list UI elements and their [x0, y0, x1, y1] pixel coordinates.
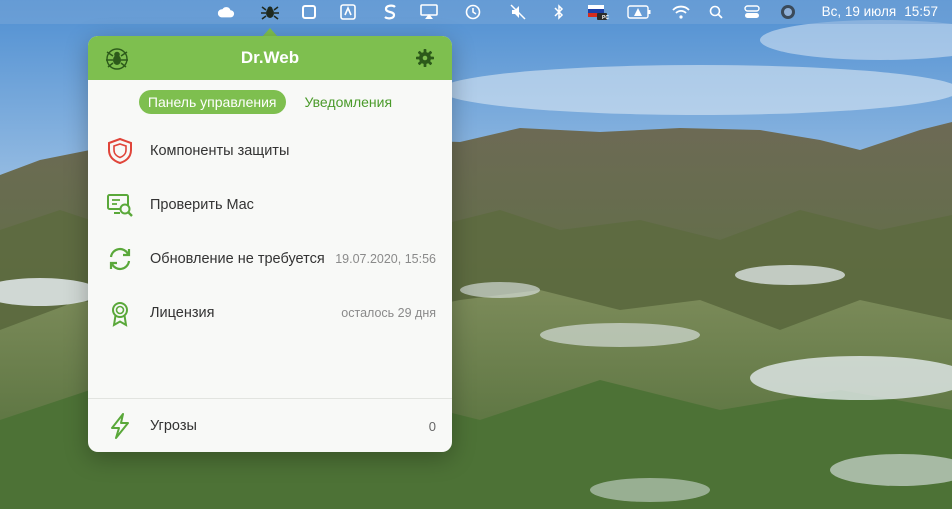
row-update-status[interactable]: Обновление не требуется 19.07.2020, 15:5…	[88, 233, 452, 285]
menu-bar: PC Вс, 19 июля 15:57	[0, 0, 952, 24]
mute-icon[interactable]	[509, 4, 527, 20]
license-remaining: осталось 29 дня	[341, 306, 436, 320]
drweb-logo-icon[interactable]	[104, 46, 130, 70]
control-center-icon[interactable]	[743, 4, 761, 20]
tab-control-panel[interactable]: Панель управления	[138, 90, 286, 114]
menu-bar-clock[interactable]: Вс, 19 июля 15:57	[822, 4, 938, 19]
row-label: Угрозы	[150, 418, 197, 434]
row-label: Обновление не требуется	[150, 251, 325, 267]
license-icon	[106, 299, 134, 327]
threats-count: 0	[428, 418, 436, 434]
time-machine-icon[interactable]	[464, 4, 482, 20]
airplay-icon[interactable]	[420, 4, 438, 20]
wifi-icon[interactable]	[672, 4, 690, 20]
search-icon[interactable]	[707, 4, 725, 20]
divider	[88, 398, 452, 399]
battery-warning-icon[interactable]	[627, 4, 651, 20]
popover-title: Dr.Web	[240, 48, 300, 67]
gear-icon[interactable]	[416, 49, 434, 67]
lightning-icon	[106, 412, 134, 440]
row-label: Компоненты защиты	[150, 143, 290, 159]
drweb-spider-icon[interactable]	[261, 4, 279, 20]
flag-ru-icon[interactable]: PC	[586, 4, 609, 21]
row-protection-components[interactable]: Компоненты защиты	[88, 125, 452, 177]
scan-mac-icon	[106, 191, 134, 219]
app-icon[interactable]	[339, 4, 357, 20]
cloud-icon[interactable]	[217, 4, 235, 20]
flag-badge: PC	[602, 15, 609, 21]
menu-bar-time: 15:57	[904, 4, 938, 19]
row-label: Лицензия	[150, 305, 215, 321]
row-threats[interactable]: Угрозы 0	[88, 400, 452, 452]
row-label: Проверить Mac	[150, 197, 254, 213]
s-icon[interactable]	[381, 4, 399, 20]
siri-icon[interactable]	[779, 4, 797, 20]
square-icon[interactable]	[300, 4, 318, 20]
update-icon	[106, 245, 134, 273]
popover-header: Dr.Web	[88, 36, 452, 80]
row-license[interactable]: Лицензия осталось 29 дня	[88, 287, 452, 339]
tab-notifications[interactable]: Уведомления	[296, 90, 402, 114]
tab-bar: Панель управления Уведомления	[88, 90, 452, 114]
update-timestamp: 19.07.2020, 15:56	[335, 252, 436, 266]
bluetooth-icon[interactable]	[550, 4, 568, 20]
row-scan-mac[interactable]: Проверить Mac	[88, 179, 452, 231]
drweb-popover: Dr.Web Панель управления Уведомления Ком…	[88, 36, 452, 452]
shield-icon	[106, 137, 134, 165]
menu-bar-date: Вс, 19 июля	[821, 4, 897, 19]
